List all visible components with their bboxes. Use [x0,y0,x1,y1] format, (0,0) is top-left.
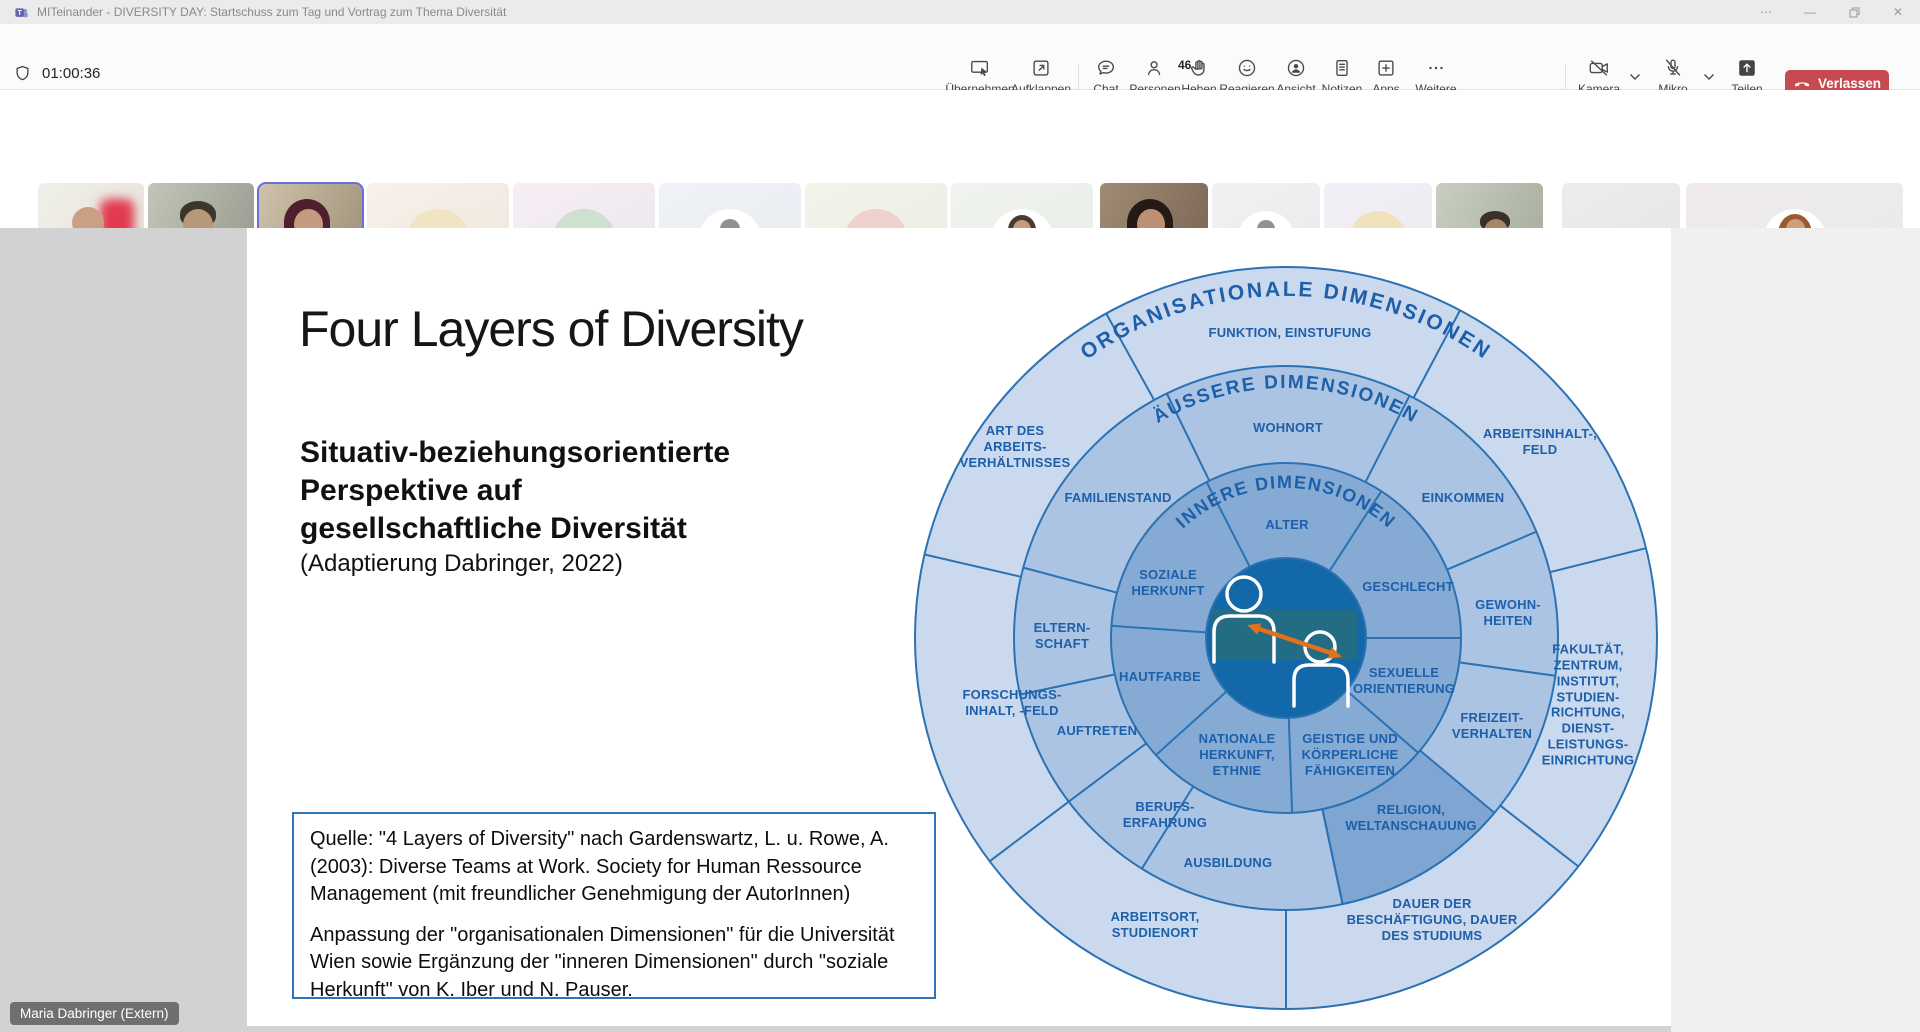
diagram-label: FUNKTION, EINSTUFUNG [1209,325,1372,341]
apps-plus-icon [1375,57,1397,79]
diagram-label: SEXUELLE ORIENTIERUNG [1353,665,1455,697]
four-layers-diagram: ORGANISATIONALE DIMENSIONEN ÄUSSERE DIME… [906,258,1666,1018]
mic-off-icon [1662,57,1684,79]
source-paragraph: Quelle: "4 Layers of Diversity" nach Gar… [310,826,918,909]
slide-attribution: (Adaptierung Dabringer, 2022) [300,550,623,578]
diagram-label: NATIONALE HERKUNFT, ETHNIE [1199,731,1276,779]
view-icon [1285,57,1307,79]
title-bar: T MITeinander - DIVERSITY DAY: Startschu… [0,0,1920,24]
slide-title: Four Layers of Diversity [299,300,803,358]
more-dots-icon [1425,57,1447,79]
diagram-label: BERUFS- ERFAHRUNG [1123,799,1207,831]
speaker-tooltip: Maria Dabringer (Extern) [10,1002,179,1025]
stage-background [0,228,247,1032]
close-icon[interactable]: ✕ [1876,0,1920,24]
diagram-label: FAMILIENSTAND [1064,490,1171,506]
teams-logo-icon: T [14,5,29,20]
people-icon [1144,57,1166,79]
source-paragraph: Anpassung der "organisationalen Dimensio… [310,922,918,1005]
camera-dropdown-chevron-icon[interactable] [1629,68,1641,76]
diagram-label: ALTER [1265,517,1308,533]
shared-presentation-slide: Four Layers of Diversity Situativ-bezieh… [247,228,1671,1026]
participant-strip: Wlzek Heinz Jandrasits Mario Maria Dabri… [0,90,1920,228]
diagram-label: FORSCHUNGS- INHALT, -FELD [963,687,1062,719]
diagram-label: GEISTIGE UND KÖRPERLICHE FÄHIGKEITEN [1302,731,1399,779]
minimize-icon[interactable]: — [1788,0,1832,24]
screen-share-icon [969,57,991,79]
diagram-label: RELIGION, WELTANSCHAUUNG [1345,802,1477,834]
diagram-label: GESCHLECHT [1362,579,1454,595]
diagram-label: HAUTFARBE [1119,669,1201,685]
svg-text:T: T [17,9,22,16]
notes-icon [1331,57,1353,79]
diagram-label: FAKULTÄT, ZENTRUM, INSTITUT, STUDIEN- RI… [1542,642,1634,769]
diagram-label: AUSBILDUNG [1184,855,1273,871]
stage-background [1671,228,1920,1032]
diagram-label: EINKOMMEN [1422,490,1505,506]
diagram-label: GEWOHN- HEITEN [1475,597,1541,629]
diagram-label: ARBEITSORT, STUDIENORT [1111,909,1200,941]
react-smiley-icon [1236,57,1258,79]
source-citation-box: Quelle: "4 Layers of Diversity" nach Gar… [292,812,936,999]
timer-value: 01:00:36 [42,65,100,82]
diagram-label: WOHNORT [1253,420,1323,436]
diagram-rings: ORGANISATIONALE DIMENSIONEN ÄUSSERE DIME… [906,258,1666,1018]
diagram-label: ART DES ARBEITS- VERHÄLTNISSES [960,423,1071,471]
diagram-label: ELTERN- SCHAFT [1034,620,1091,652]
mic-dropdown-chevron-icon[interactable] [1703,68,1715,76]
shield-icon [13,64,32,83]
meeting-toolbar: 01:00:36 Übernehmen Aufklappen Chat 46 P… [0,24,1920,90]
window-title: MITeinander - DIVERSITY DAY: Startschuss… [37,5,506,19]
teams-meeting-window: T MITeinander - DIVERSITY DAY: Startschu… [0,0,1920,1032]
stage-background [0,1026,1671,1032]
slide-subtitle: Situativ-beziehungsorientierte Perspekti… [300,434,730,547]
diagram-label: AUFTRETEN [1057,723,1138,739]
popout-icon [1030,57,1052,79]
window-more-icon[interactable]: ⋯ [1744,0,1788,24]
raise-hand-icon [1188,57,1210,79]
chat-icon [1095,57,1117,79]
diagram-label: SOZIALE HERKUNFT [1131,567,1204,599]
diagram-label: DAUER DER BESCHÄFTIGUNG, DAUER DES STUDI… [1347,896,1518,944]
meeting-timer: 01:00:36 [13,64,100,83]
diagram-label: ARBEITSINHALT-, FELD [1483,426,1597,458]
share-screen-icon [1736,57,1758,79]
leave-label: Verlassen [1818,76,1881,91]
camera-off-icon [1588,57,1610,79]
restore-icon[interactable] [1832,0,1876,24]
diagram-label: FREIZEIT- VERHALTEN [1452,710,1532,742]
